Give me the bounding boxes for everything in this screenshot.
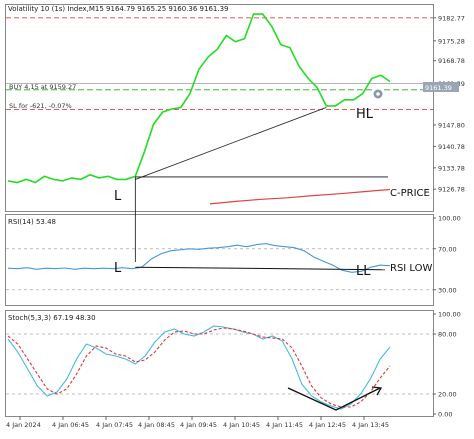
y-tick-label: 30.00	[438, 286, 457, 294]
c-price-label: C-PRICE	[390, 188, 430, 199]
y-tick-label: 9126.78	[438, 186, 465, 194]
y-tick-label: 100.00	[438, 311, 461, 319]
x-tick-label: 4 Jan 07:45	[96, 421, 133, 429]
buy-line-label: BUY 4.15 at 9159.27	[9, 83, 76, 91]
x-tick-label: 4 Jan 10:45	[223, 421, 260, 429]
y-tick-label: 20.00	[438, 391, 457, 399]
x-tick-label: 4 Jan 12:45	[309, 421, 346, 429]
hl-label: HL	[356, 107, 374, 122]
y-tick-label: 70.00	[438, 245, 457, 253]
rsi-title: RSI(14) 53.48	[8, 218, 56, 226]
rsi-low-label: RSI LOW	[390, 263, 433, 274]
x-tick-label: 4 Jan 09:45	[180, 421, 217, 429]
x-tick-label: 4 Jan 13:45	[352, 421, 389, 429]
sl-line-label: SL for -621, -0.07%	[9, 102, 72, 110]
l-label-main: L	[114, 189, 122, 204]
x-tick-label: 4 Jan 08:45	[138, 421, 175, 429]
y-tick-label: 9140.78	[438, 143, 465, 151]
x-tick-label: 4 Jan 2024	[6, 421, 41, 429]
x-tick-label: 4 Jan 11:45	[266, 421, 303, 429]
y-tick-label: 80.00	[438, 331, 457, 339]
y-tick-label: 9133.78	[438, 164, 465, 172]
stoch-title: Stoch(5,3,3) 67.19 48.30	[8, 314, 96, 322]
close-position-icon	[376, 92, 380, 96]
y-tick-label: 9175.28	[438, 37, 465, 45]
y-tick-label: 0.00	[438, 411, 452, 419]
y-tick-label: 9168.78	[438, 57, 465, 65]
trading-chart[interactable]: 9182.77 9175.28 9168.78 9161.39 9147.80 9140.…	[0, 0, 474, 439]
symbol-header: Volatility 10 (1s) Index,M15 9164.79 916…	[8, 5, 229, 13]
current-price-value: 9161.39	[425, 84, 452, 92]
rsi-panel[interactable]	[5, 214, 434, 306]
y-tick-label: 9147.80	[438, 121, 465, 129]
y-tick-label: 100.00	[438, 215, 461, 223]
x-tick-label: 4 Jan 06:45	[52, 421, 89, 429]
l-label-rsi: L	[114, 261, 122, 276]
y-tick-label: 9182.77	[438, 14, 465, 22]
ll-label: LL	[356, 264, 371, 279]
